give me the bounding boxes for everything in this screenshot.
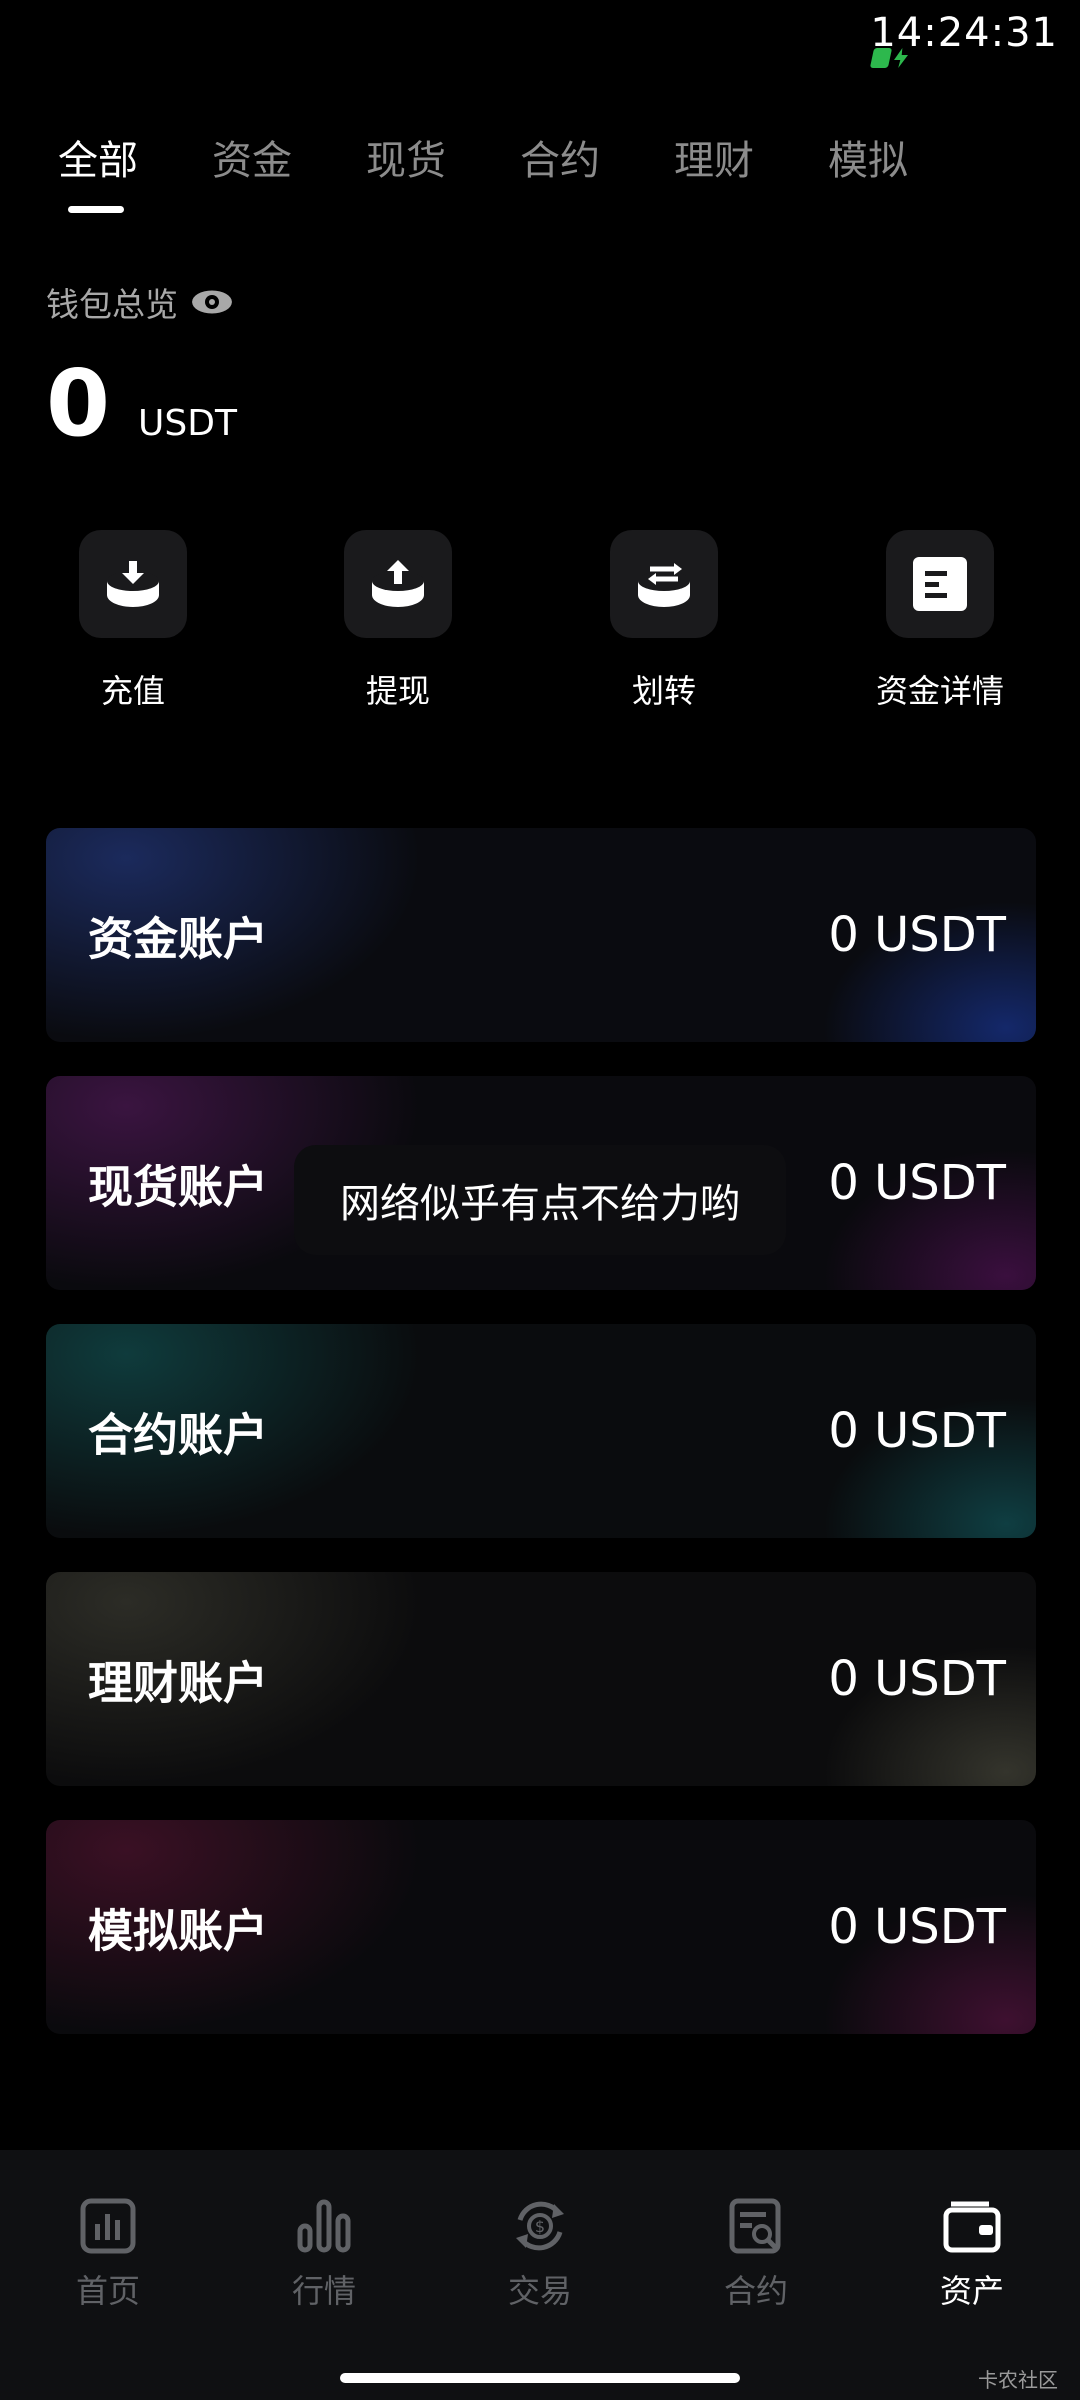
- nav-market[interactable]: 行情: [244, 2198, 404, 2312]
- watermark: 卡农社区: [978, 2368, 1058, 2392]
- deposit-label: 充值: [100, 672, 165, 710]
- account-value: 0 USDT: [828, 1155, 1006, 1211]
- account-name: 资金账户: [88, 912, 269, 966]
- account-card-demo[interactable]: 模拟账户 0 USDT: [46, 1820, 1036, 2034]
- account-value: 0 USDT: [828, 1899, 1006, 1955]
- trade-exchange-icon: $: [516, 2201, 564, 2251]
- account-card-contract[interactable]: 合约账户 0 USDT: [46, 1324, 1036, 1538]
- account-name: 现货账户: [88, 1160, 269, 1214]
- total-balance: 0 USDT: [46, 358, 237, 450]
- wallet-overview: 钱包总览: [46, 278, 232, 326]
- contract-document-icon: [729, 2198, 781, 2254]
- transfer-icon: [610, 530, 718, 638]
- account-card-earn[interactable]: 理财账户 0 USDT: [46, 1572, 1036, 1786]
- total-balance-unit: USDT: [138, 403, 237, 444]
- nav-home-label: 首页: [75, 2272, 140, 2310]
- svg-text:$: $: [535, 2217, 545, 2236]
- account-list: 资金账户 0 USDT 现货账户 0 USDT 合约账户 0 USDT 理财账户…: [46, 828, 1036, 2068]
- withdraw-label: 提现: [365, 672, 430, 710]
- tab-earn[interactable]: 理财: [674, 128, 754, 186]
- nav-contract[interactable]: 合约: [676, 2198, 836, 2312]
- account-value: 0 USDT: [828, 907, 1006, 963]
- tab-contract[interactable]: 合约: [520, 128, 600, 186]
- nav-trade-label: 交易: [507, 2272, 572, 2310]
- nav-home[interactable]: 首页: [28, 2198, 188, 2312]
- nav-assets-label: 资产: [939, 2272, 1004, 2310]
- status-time: 14:24:31: [870, 10, 1058, 56]
- funds-detail-label: 资金详情: [875, 672, 1004, 710]
- nav-market-label: 行情: [291, 2272, 356, 2310]
- eye-icon[interactable]: [192, 290, 232, 314]
- nav-trade[interactable]: $ 交易: [460, 2198, 620, 2312]
- quick-actions: 充值 提现 划转 资金详情: [0, 530, 1080, 730]
- funds-detail-button[interactable]: 资金详情: [860, 530, 1020, 712]
- nav-assets[interactable]: 资产: [892, 2198, 1052, 2312]
- tab-funding[interactable]: 资金: [212, 128, 292, 186]
- transfer-label: 划转: [631, 672, 696, 710]
- withdraw-button[interactable]: 提现: [318, 530, 478, 712]
- home-chart-icon: [80, 2198, 136, 2254]
- asset-tabs: 全部 资金 现货 合约 理财 模拟: [58, 128, 982, 186]
- home-indicator[interactable]: [340, 2373, 740, 2383]
- account-value: 0 USDT: [828, 1403, 1006, 1459]
- active-tab-indicator: [68, 206, 124, 213]
- wallet-icon: [943, 2201, 1001, 2253]
- account-value: 0 USDT: [828, 1651, 1006, 1707]
- network-error-toast: 网络似乎有点不给力哟: [294, 1145, 786, 1255]
- market-bars-icon: [297, 2199, 351, 2253]
- account-name: 理财账户: [88, 1656, 269, 1710]
- nav-contract-label: 合约: [723, 2272, 788, 2310]
- account-name: 合约账户: [88, 1408, 269, 1462]
- tab-spot[interactable]: 现货: [366, 128, 446, 186]
- wallet-overview-label: 钱包总览: [46, 285, 178, 324]
- account-card-funding[interactable]: 资金账户 0 USDT: [46, 828, 1036, 1042]
- total-balance-value: 0: [46, 350, 111, 457]
- bottom-navigation: 首页 行情 $ 交易 合约 资产: [0, 2150, 1080, 2400]
- deposit-button[interactable]: 充值: [53, 530, 213, 712]
- transfer-button[interactable]: 划转: [584, 530, 744, 712]
- tab-all[interactable]: 全部: [58, 128, 138, 186]
- funds-detail-icon: [886, 530, 994, 638]
- deposit-icon: [79, 530, 187, 638]
- withdraw-icon: [344, 530, 452, 638]
- tab-demo[interactable]: 模拟: [828, 128, 908, 186]
- account-name: 模拟账户: [88, 1904, 269, 1958]
